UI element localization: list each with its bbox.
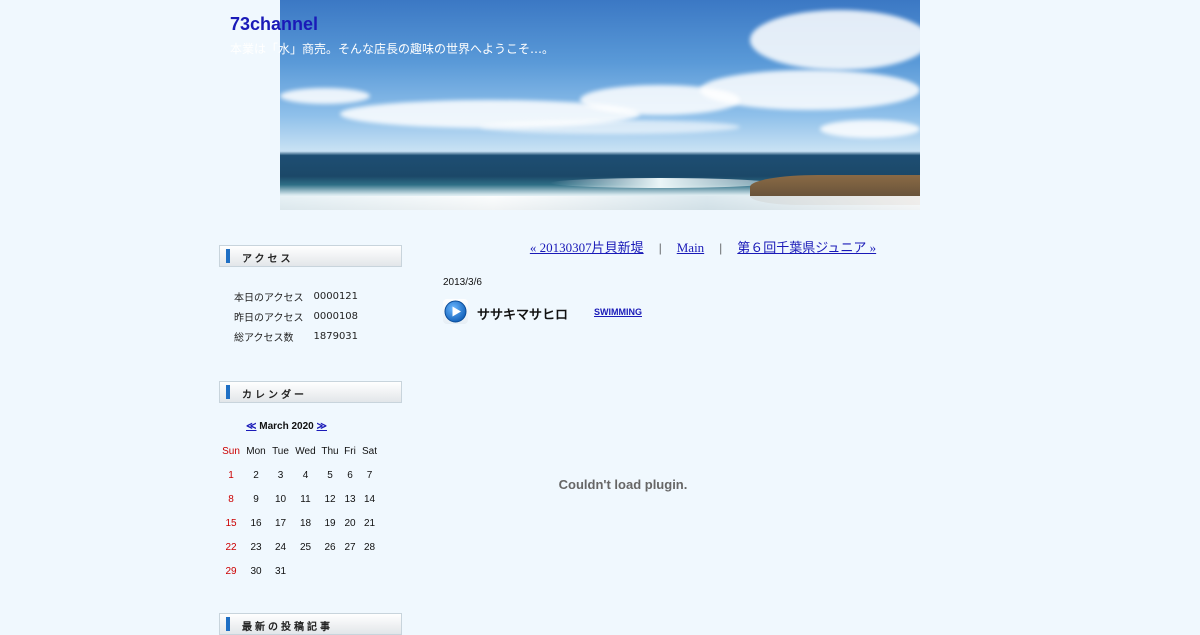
access-label: 本日のアクセス — [234, 292, 304, 304]
calendar-day: 11 — [300, 493, 311, 505]
heading-bar-icon — [226, 249, 230, 263]
calendar-day: 4 — [302, 469, 309, 481]
calendar-day: 13 — [344, 493, 356, 505]
calendar-day: 14 — [363, 493, 376, 505]
access-counter-table: 本日のアクセス 0000121 昨日のアクセス 0000108 総アクセス数 1… — [234, 286, 358, 346]
weekday-label: Tue — [272, 445, 289, 457]
calendar-day: 26 — [324, 541, 336, 553]
calendar-table: Sun Mon Tue Wed Thu Fri Sat 1 2 3 4 5 6 … — [219, 439, 380, 583]
calendar-day: 18 — [299, 517, 312, 529]
calendar-day: 29 — [225, 565, 237, 577]
calendar-prev-link[interactable]: ≪ — [246, 421, 256, 432]
calendar-day — [341, 559, 359, 583]
sidebar-heading-label: アクセス — [242, 254, 294, 265]
weekday-label: Thu — [321, 445, 339, 457]
heading-bar-icon — [226, 617, 230, 631]
calendar-day — [359, 559, 380, 583]
play-icon — [443, 299, 468, 324]
plugin-error-message: Couldn't load plugin. — [558, 477, 688, 492]
calendar-day: 16 — [250, 517, 262, 529]
sidebar-heading-recent-posts: 最新の投稿記事 — [219, 613, 402, 635]
weekday-label: Fri — [344, 445, 356, 457]
heading-bar-icon — [226, 385, 230, 399]
access-value: 0000108 — [313, 310, 359, 322]
calendar-day — [292, 559, 319, 583]
access-row-yesterday: 昨日のアクセス 0000108 — [234, 306, 358, 326]
calendar-week-row: 15 16 17 18 19 20 21 — [219, 511, 380, 535]
calendar-week-row: 29 30 31 — [219, 559, 380, 583]
calendar-day: 27 — [344, 541, 356, 553]
weekday-label: Sun — [222, 445, 240, 457]
post-category-link[interactable]: SWIMMING — [594, 307, 642, 317]
site-description: 本業は「水」商売。そんな店長の趣味の世界へようこそ…。 — [230, 42, 555, 56]
calendar-day: 31 — [274, 565, 287, 577]
nav-separator: | — [719, 240, 723, 255]
calendar-day: 10 — [274, 493, 287, 505]
calendar-day: 2 — [253, 469, 259, 481]
calendar-day: 5 — [327, 469, 333, 481]
post-date: 2013/3/6 — [443, 277, 482, 288]
calendar-month-header: ≪ March 2020 ≫ — [219, 421, 354, 432]
entry-navigation: « 20130307片貝新堤 | Main | 第６回千葉県ジュニア » — [430, 237, 976, 256]
next-entry-link[interactable]: 第６回千葉県ジュニア » — [737, 240, 876, 255]
access-value: 1879031 — [313, 330, 359, 342]
calendar-day: 25 — [299, 541, 312, 553]
calendar-week-row: 1 2 3 4 5 6 7 — [219, 463, 380, 487]
sidebar-heading-label: カレンダー — [242, 390, 307, 401]
calendar-day: 30 — [250, 565, 262, 577]
calendar-week-row: 22 23 24 25 26 27 28 — [219, 535, 380, 559]
calendar-day: 9 — [253, 493, 259, 505]
access-label: 昨日のアクセス — [234, 312, 304, 324]
calendar-day: 20 — [344, 517, 356, 529]
weekday-label: Sat — [361, 445, 377, 457]
post-title: ササキマサヒロ — [477, 308, 569, 323]
calendar-day: 19 — [324, 517, 336, 529]
calendar-week-row: 8 9 10 11 12 13 14 — [219, 487, 380, 511]
calendar-day — [319, 559, 341, 583]
calendar-day: 3 — [277, 469, 284, 481]
weekday-label: Wed — [295, 445, 316, 457]
access-label: 総アクセス数 — [234, 332, 294, 344]
calendar-day: 22 — [225, 541, 237, 553]
calendar-day: 7 — [366, 469, 373, 481]
weekday-label: Mon — [246, 445, 266, 457]
calendar-day: 28 — [363, 541, 376, 553]
header-banner-image — [280, 0, 920, 210]
calendar-day: 1 — [228, 469, 234, 481]
calendar-day: 23 — [250, 541, 262, 553]
access-value: 0000121 — [313, 290, 359, 302]
calendar-month-label: March 2020 — [259, 421, 314, 432]
calendar-day: 8 — [228, 493, 234, 505]
sidebar-heading-label: 最新の投稿記事 — [242, 622, 333, 633]
access-row-total: 総アクセス数 1879031 — [234, 326, 358, 346]
sidebar-heading-access: アクセス — [219, 245, 402, 267]
prev-entry-link[interactable]: « 20130307片貝新堤 — [530, 240, 644, 255]
sidebar-heading-calendar: カレンダー — [219, 381, 402, 403]
calendar-day: 15 — [225, 517, 237, 529]
nav-separator: | — [658, 240, 662, 255]
calendar-next-link[interactable]: ≫ — [317, 421, 327, 432]
calendar-day: 21 — [363, 517, 376, 529]
calendar-day: 24 — [274, 541, 287, 553]
site-title[interactable]: 73channel — [230, 14, 318, 35]
calendar-day: 6 — [347, 469, 353, 481]
access-row-today: 本日のアクセス 0000121 — [234, 286, 358, 306]
main-link[interactable]: Main — [677, 240, 704, 255]
calendar-day: 12 — [324, 493, 336, 505]
calendar-day: 17 — [274, 517, 287, 529]
calendar-weekday-row: Sun Mon Tue Wed Thu Fri Sat — [219, 439, 380, 463]
